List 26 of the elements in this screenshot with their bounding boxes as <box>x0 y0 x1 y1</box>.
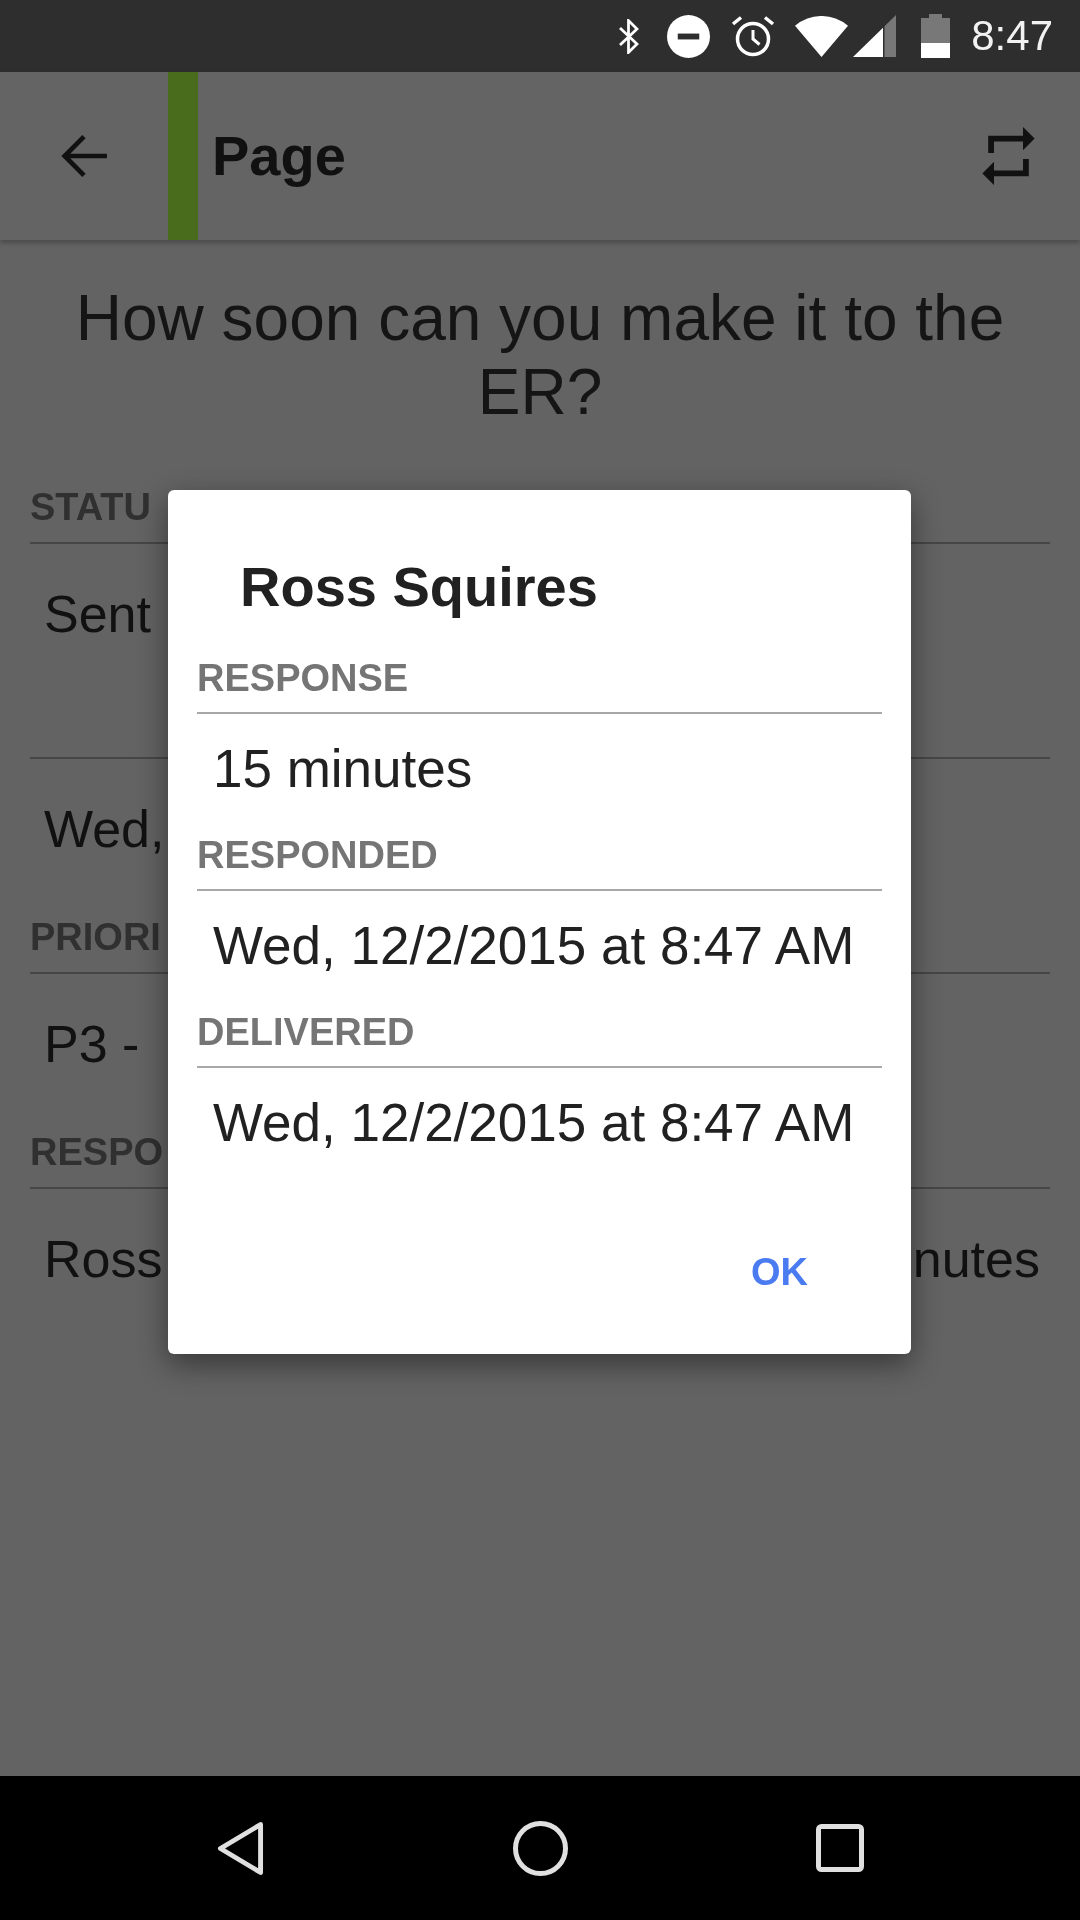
battery-icon <box>921 14 951 58</box>
detail-value: Wed, <box>44 799 165 859</box>
field-value: Wed, 12/2/2015 at 8:47 AM <box>213 916 855 976</box>
recents-icon[interactable] <box>816 1824 864 1872</box>
question-heading: How soon can you make it to the ER? <box>74 281 1006 429</box>
detail-value: Sent <box>44 584 151 644</box>
detail-value: P3 - <box>44 1014 140 1074</box>
field-label: RESPONSE <box>197 656 409 700</box>
repeat-icon[interactable] <box>982 127 1035 185</box>
back-icon[interactable] <box>216 1820 264 1876</box>
dialog-title: Ross Squires <box>240 554 598 620</box>
field-value: Wed, 12/2/2015 at 8:47 AM <box>213 1093 855 1153</box>
wifi-icon <box>795 15 849 57</box>
app-bar-title: Page <box>212 123 346 189</box>
field-value: 15 minutes <box>213 739 473 799</box>
field-label: RESPONDED <box>197 833 438 877</box>
home-icon[interactable] <box>512 1820 568 1876</box>
field-label: DELIVERED <box>197 1010 415 1054</box>
back-arrow-icon[interactable] <box>61 133 108 179</box>
status-time: 8:47 <box>971 11 1053 61</box>
signal-icon <box>853 15 897 57</box>
ok-button[interactable]: OK <box>721 1228 838 1316</box>
alarm-clock-icon <box>731 14 776 58</box>
minus-circle-icon <box>667 14 711 58</box>
detail-value: nutes <box>912 1229 1040 1289</box>
detail-value: Ross <box>44 1229 163 1289</box>
